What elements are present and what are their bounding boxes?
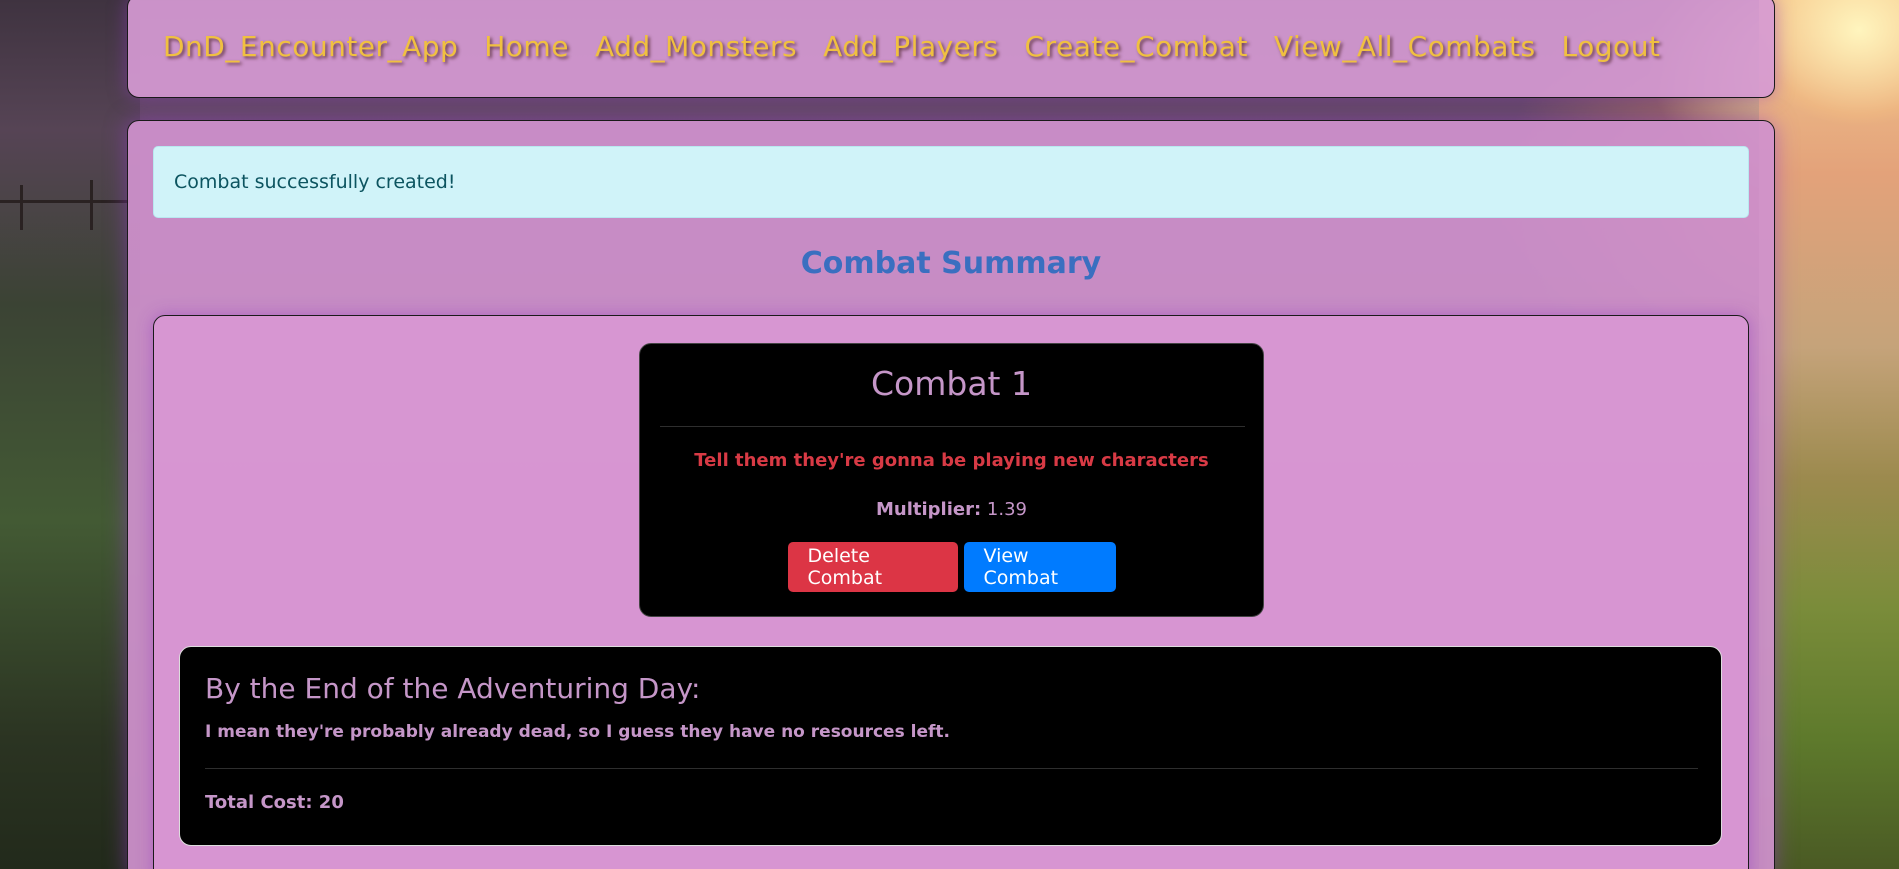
adventuring-day-card: By the End of the Adventuring Day: I mea… <box>179 646 1722 846</box>
delete-combat-button[interactable]: Delete Combat <box>787 542 958 592</box>
page-title: Combat Summary <box>800 246 1102 281</box>
combat-card: Combat 1 Tell them they're gonna be play… <box>639 343 1264 617</box>
background-scenery-right <box>1759 0 1899 869</box>
nav-add-monsters[interactable]: Add_Monsters <box>595 30 797 63</box>
nav-view-all-combats[interactable]: View_All_Combats <box>1274 30 1536 63</box>
alert-message: Combat successfully created! <box>174 171 456 193</box>
nav-create-combat[interactable]: Create_Combat <box>1025 30 1248 63</box>
multiplier-row: Multiplier: 1.39 <box>640 499 1263 520</box>
multiplier-label: Multiplier: <box>876 499 982 520</box>
view-combat-button[interactable]: View Combat <box>963 542 1116 592</box>
multiplier-value: 1.39 <box>986 499 1027 520</box>
nav-logout[interactable]: Logout <box>1562 30 1661 63</box>
combat-name: Combat 1 <box>871 364 1032 403</box>
card-divider <box>660 426 1245 427</box>
combat-actions: Delete Combat View Combat <box>640 542 1263 592</box>
nav-brand[interactable]: DnD_Encounter_App <box>163 30 458 63</box>
background-fence-post <box>20 185 23 230</box>
success-alert: Combat successfully created! <box>153 146 1749 218</box>
main-panel: Combat successfully created! Combat Summ… <box>127 120 1775 869</box>
adventuring-day-title: By the End of the Adventuring Day: <box>205 672 701 705</box>
nav-add-players[interactable]: Add_Players <box>823 30 998 63</box>
top-navbar: DnD_Encounter_App Home Add_Monsters Add_… <box>127 0 1775 98</box>
combat-summary-panel: Combat 1 Tell them they're gonna be play… <box>153 315 1749 869</box>
day-divider <box>205 768 1698 769</box>
background-scenery-left <box>0 0 140 869</box>
nav-home[interactable]: Home <box>484 30 569 63</box>
combat-note: Tell them they're gonna be playing new c… <box>694 450 1209 471</box>
background-fence-post <box>90 180 93 230</box>
total-cost: Total Cost: 20 <box>205 792 344 813</box>
adventuring-day-text: I mean they're probably already dead, so… <box>205 722 950 742</box>
